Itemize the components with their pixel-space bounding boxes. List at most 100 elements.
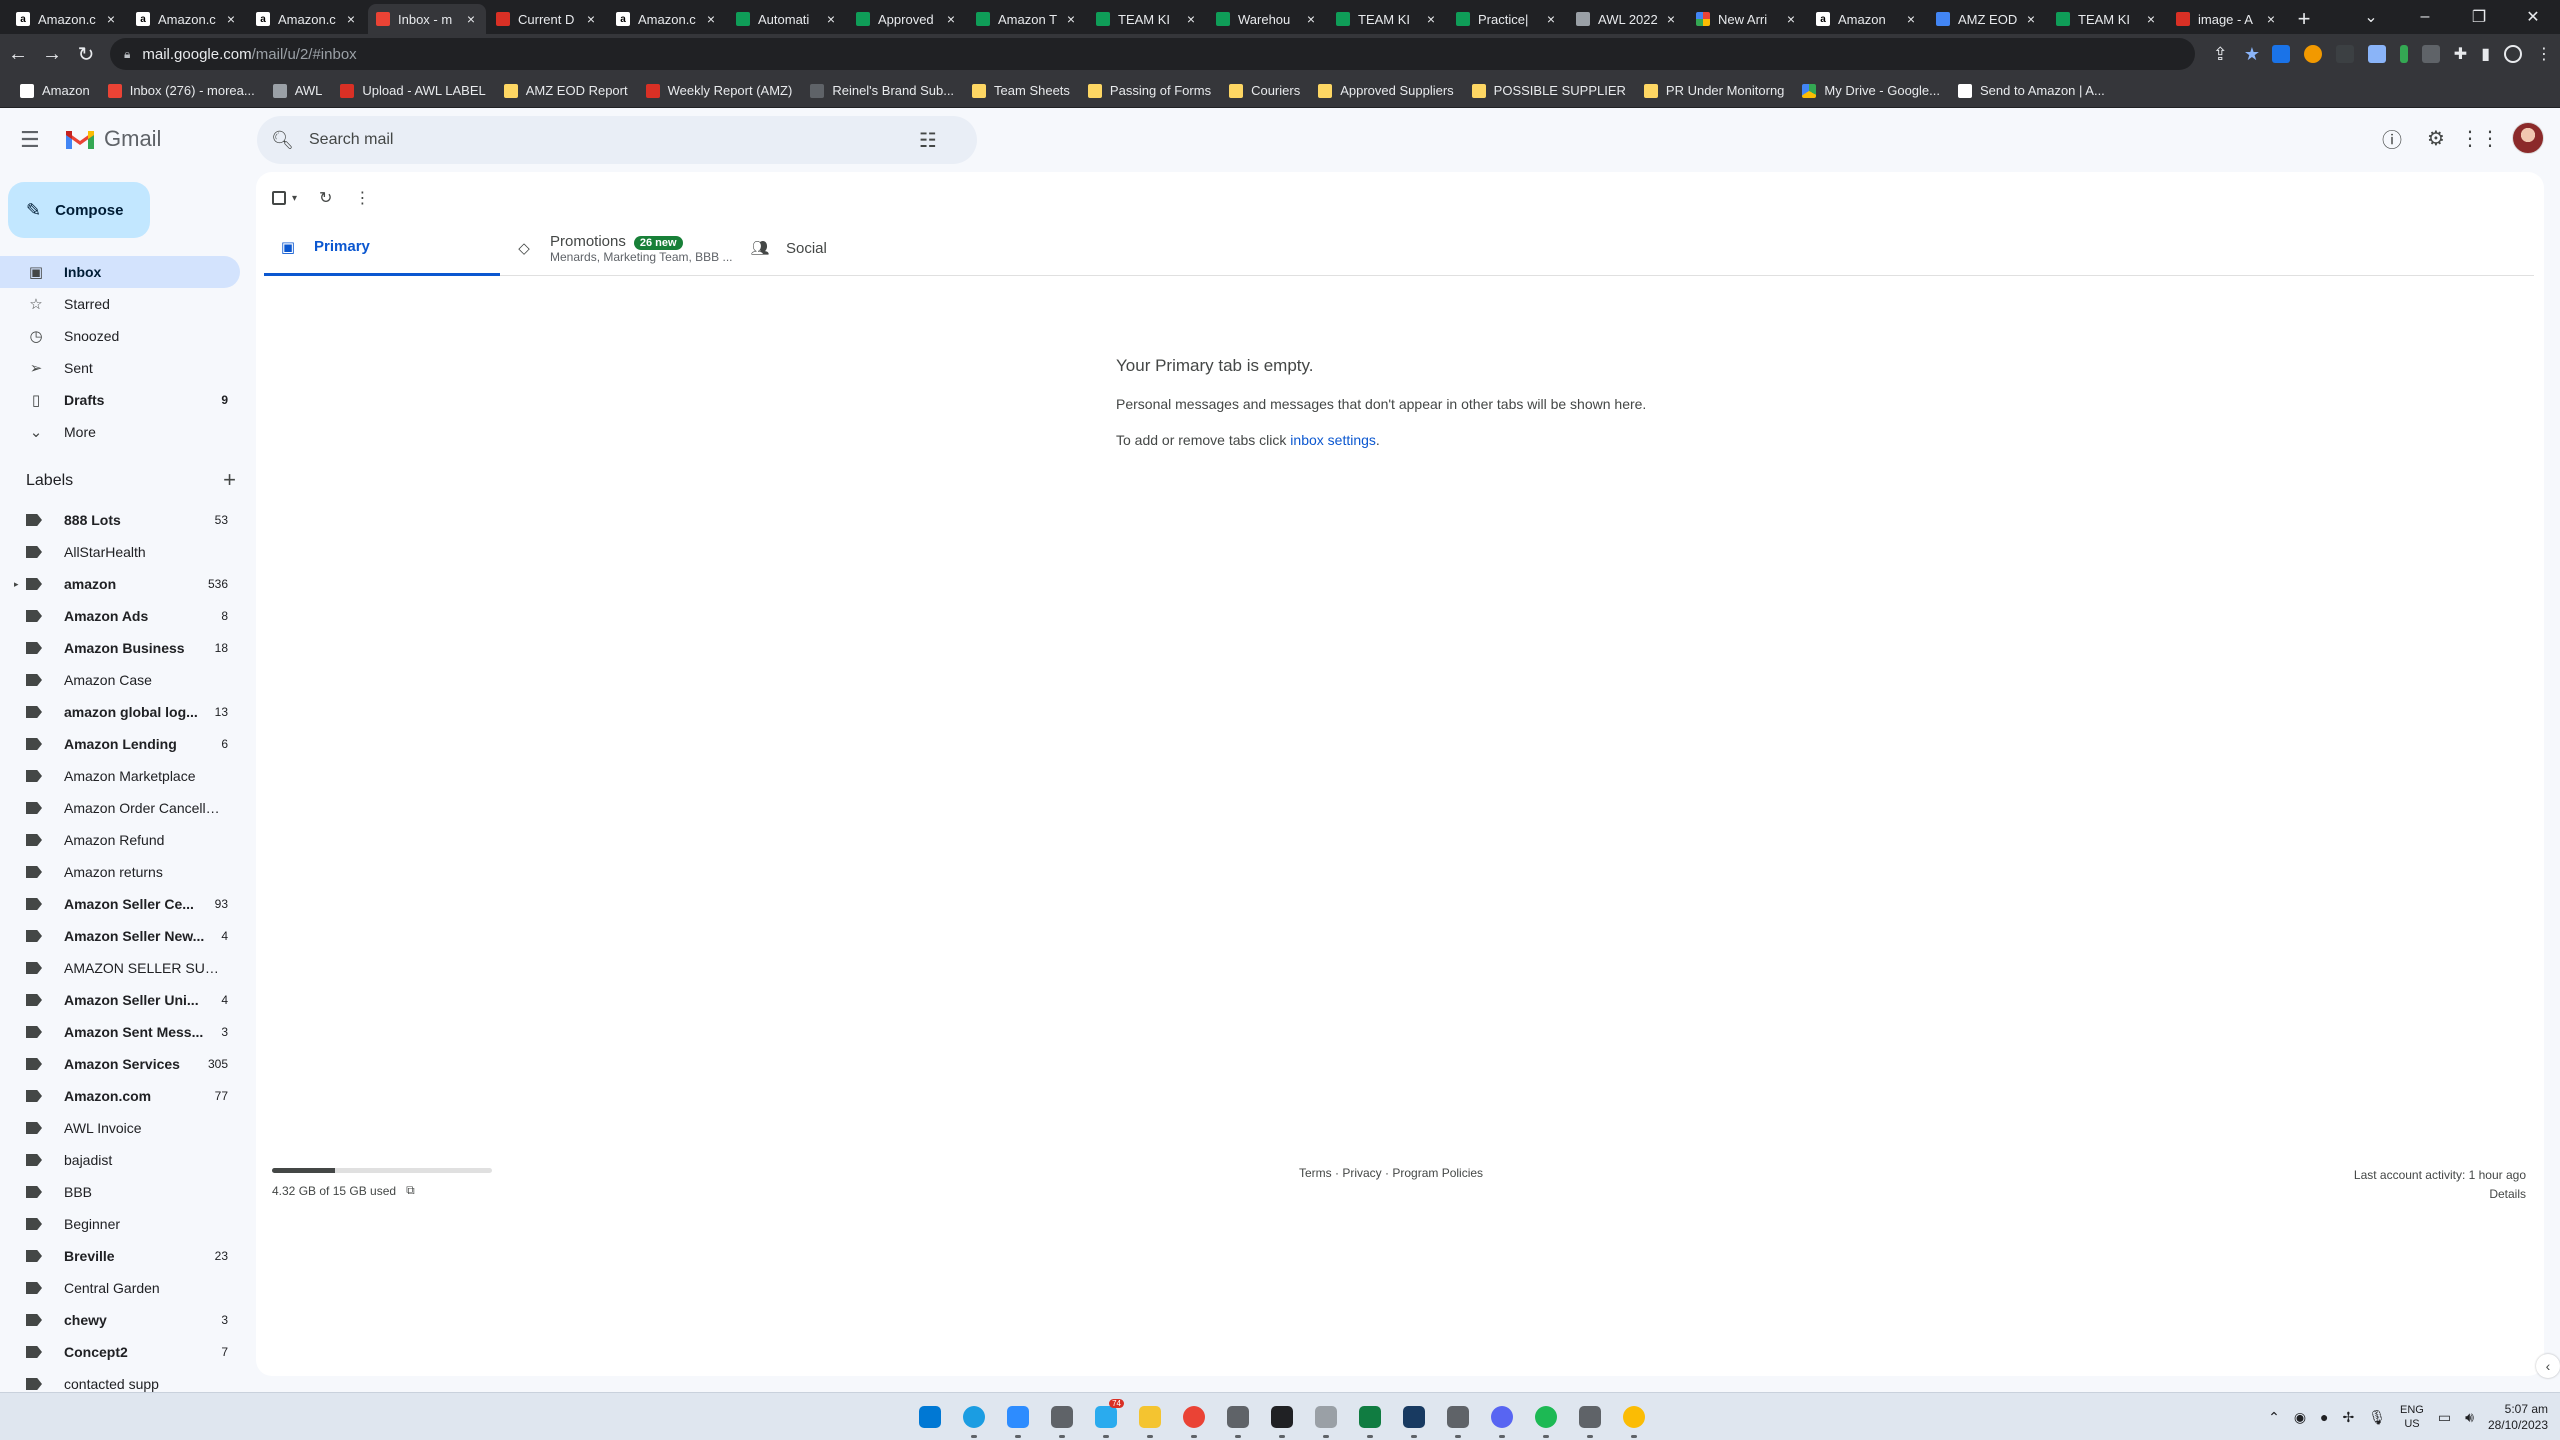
bookmark-item[interactable]: Team Sheets <box>964 77 1078 105</box>
label-item[interactable]: Amazon Ads 8 <box>0 600 240 632</box>
label-item[interactable]: Amazon Services 305 <box>0 1048 240 1080</box>
tab-close-icon[interactable]: × <box>2264 11 2278 27</box>
label-item[interactable]: Amazon Seller Uni... 4 <box>0 984 240 1016</box>
extension-icon[interactable] <box>2271 45 2290 63</box>
sidebar-item-more[interactable]: ⌄ More <box>0 416 240 448</box>
chrome-active-icon[interactable] <box>1618 1401 1650 1438</box>
spotify-icon[interactable] <box>1530 1401 1562 1438</box>
language-indicator[interactable]: ENG US <box>2400 1403 2424 1431</box>
bookmark-item[interactable]: Approved Suppliers <box>1310 77 1461 105</box>
browser-tab[interactable]: a Amazon.c × <box>128 4 246 34</box>
label-item[interactable]: Concept2 7 <box>0 1336 240 1368</box>
extension-icon[interactable] <box>2367 45 2386 63</box>
label-item[interactable]: Amazon Business 18 <box>0 632 240 664</box>
reload-icon[interactable]: ↻ <box>70 38 102 70</box>
tab-close-icon[interactable]: × <box>1544 11 1558 27</box>
label-item[interactable]: AMAZON SELLER SUPP... <box>0 952 240 984</box>
back-icon[interactable]: ← <box>2 38 34 70</box>
browser-tab[interactable]: a Amazon.c × <box>608 4 726 34</box>
tab-close-icon[interactable]: × <box>2024 11 2038 27</box>
tab-close-icon[interactable]: × <box>1304 11 1318 27</box>
edge-icon[interactable] <box>958 1401 990 1438</box>
bookmark-item[interactable]: My Drive - Google... <box>1794 77 1948 105</box>
label-item[interactable]: Amazon.com 77 <box>0 1080 240 1112</box>
tab-promotions[interactable]: ◇ Promotions 26 new Menards, Marketing Team… <box>500 220 736 276</box>
label-item[interactable]: bajadist <box>0 1144 240 1176</box>
label-item[interactable]: Amazon Marketplace <box>0 760 240 792</box>
bookmark-item[interactable]: AMZ EOD Report <box>496 77 636 105</box>
bookmark-item[interactable]: Couriers <box>1221 77 1308 105</box>
refresh-icon[interactable]: ↻ <box>319 188 332 208</box>
browser-menu-icon[interactable]: ⋮ <box>2536 44 2552 64</box>
browser-tab[interactable]: Practice| × <box>1448 4 1566 34</box>
tab-primary[interactable]: ▣ Primary <box>264 220 500 276</box>
label-item[interactable]: Amazon Refund <box>0 824 240 856</box>
settings-icon[interactable] <box>1222 1401 1254 1438</box>
label-item[interactable]: Amazon Case <box>0 664 240 696</box>
app-g-icon[interactable] <box>1266 1401 1298 1438</box>
label-item[interactable]: BBB <box>0 1176 240 1208</box>
virtualbox-icon[interactable] <box>1398 1401 1430 1438</box>
compose-button[interactable]: ✎ Compose <box>8 182 150 238</box>
label-item[interactable]: Amazon Lending 6 <box>0 728 240 760</box>
clock[interactable]: 5:07 am 28/10/2023 <box>2488 1401 2548 1433</box>
browser-tab[interactable]: image - A × <box>2168 4 2286 34</box>
minimize-icon[interactable]: – <box>2398 8 2452 26</box>
windows-start-icon[interactable] <box>914 1401 946 1433</box>
label-item[interactable]: Amazon Seller Ce... 93 <box>0 888 240 920</box>
app-green-icon[interactable] <box>1354 1401 1386 1438</box>
bookmark-item[interactable]: POSSIBLE SUPPLIER <box>1464 77 1634 105</box>
tab-close-icon[interactable]: × <box>824 11 838 27</box>
tab-close-icon[interactable]: × <box>464 11 478 27</box>
tab-close-icon[interactable]: × <box>704 11 718 27</box>
tab-close-icon[interactable]: × <box>1784 11 1798 27</box>
calculator-icon[interactable] <box>1046 1401 1078 1438</box>
url-field[interactable]: 🔒︎ mail.google.com/mail/u/2/#inbox <box>110 38 2195 70</box>
gmail-logo[interactable]: Gmail <box>64 126 161 152</box>
close-window-icon[interactable]: ✕ <box>2506 7 2560 27</box>
privacy-link[interactable]: Privacy <box>1342 1166 1381 1180</box>
tab-close-icon[interactable]: × <box>1064 11 1078 27</box>
select-all[interactable]: ▾ <box>272 191 297 205</box>
bookmark-item[interactable]: Amazon <box>12 77 98 105</box>
label-item[interactable]: chewy 3 <box>0 1304 240 1336</box>
restore-icon[interactable]: ❐ <box>2452 7 2506 27</box>
bookmark-item[interactable]: Passing of Forms <box>1080 77 1219 105</box>
label-item[interactable]: Amazon Sent Mess... 3 <box>0 1016 240 1048</box>
extension-icon[interactable] <box>2399 45 2408 63</box>
bookmark-item[interactable]: PR Under Monitorng <box>1636 77 1793 105</box>
browser-tab[interactable]: Approved × <box>848 4 966 34</box>
label-item[interactable]: Amazon Seller New... 4 <box>0 920 240 952</box>
inbox-settings-link[interactable]: inbox settings <box>1290 432 1376 448</box>
label-item[interactable]: amazon global log... 13 <box>0 696 240 728</box>
zoom-icon[interactable] <box>1002 1401 1034 1438</box>
browser-tab[interactable]: a Amazon.c × <box>8 4 126 34</box>
avatar[interactable] <box>2512 122 2544 154</box>
tab-close-icon[interactable]: × <box>584 11 598 27</box>
browser-tab[interactable]: Current D × <box>488 4 606 34</box>
new-tab-button[interactable]: + <box>2288 4 2320 34</box>
label-item[interactable]: Amazon Order Cancella... <box>0 792 240 824</box>
label-item[interactable]: Amazon returns <box>0 856 240 888</box>
browser-tab[interactable]: AWL 2022 × <box>1568 4 1686 34</box>
extension-icon[interactable] <box>2335 45 2354 63</box>
tray-app-icon[interactable]: ✢ <box>2343 1409 2355 1426</box>
browser-tab[interactable]: Inbox - m × <box>368 4 486 34</box>
label-item[interactable]: Beginner <box>0 1208 240 1240</box>
select-checkbox[interactable] <box>272 191 286 205</box>
tab-close-icon[interactable]: × <box>224 11 238 27</box>
network-icon[interactable]: ▭ <box>2438 1409 2451 1426</box>
browser-tab[interactable]: Automati × <box>728 4 846 34</box>
telegram-icon[interactable]: 74 <box>1090 1399 1124 1438</box>
side-panel-toggle-icon[interactable]: ‹ <box>2536 1354 2560 1378</box>
label-item[interactable]: Breville 23 <box>0 1240 240 1272</box>
settings-gear-icon[interactable]: ⚙ <box>2424 126 2448 150</box>
label-item[interactable]: AWL Invoice <box>0 1112 240 1144</box>
bookmark-star-icon[interactable]: ★ <box>2244 44 2260 65</box>
tray-app-icon[interactable]: ◉ <box>2294 1409 2306 1426</box>
browser-tab[interactable]: TEAM KI × <box>1328 4 1446 34</box>
bookmark-item[interactable]: Inbox (276) - morea... <box>100 77 263 105</box>
program-policies-link[interactable]: Program Policies <box>1392 1166 1483 1180</box>
browser-tab[interactable]: AMZ EOD × <box>1928 4 2046 34</box>
external-link-icon[interactable]: ⧉ <box>406 1183 415 1198</box>
